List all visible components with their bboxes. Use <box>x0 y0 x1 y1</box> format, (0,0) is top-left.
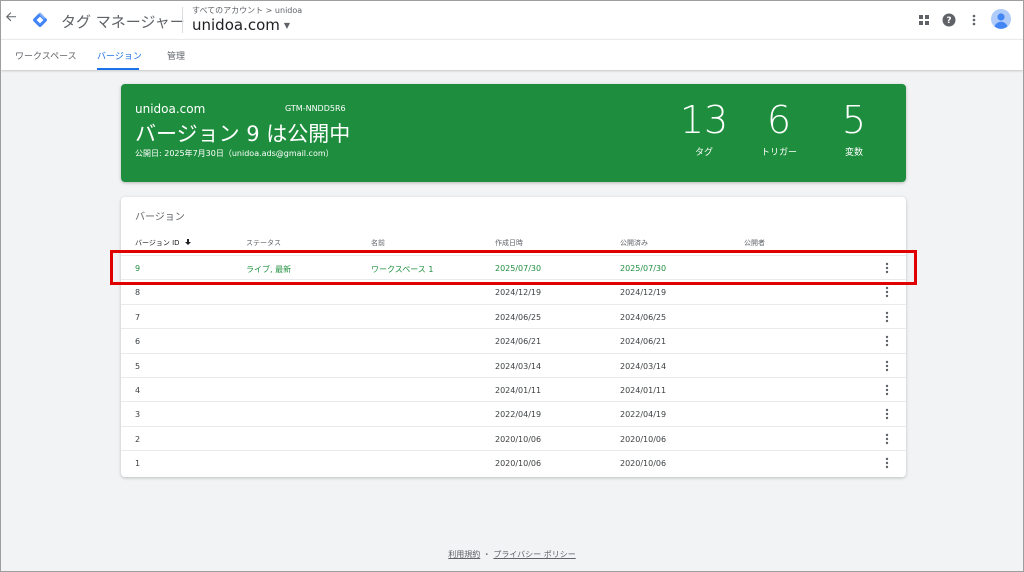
row-more-vert-icon[interactable] <box>883 335 891 347</box>
cell-created: 2024/03/14 <box>495 361 542 371</box>
cell-published: 2020/10/06 <box>620 459 667 469</box>
cell-published: 2022/04/19 <box>620 410 667 420</box>
cell-version-id: 4 <box>135 385 141 395</box>
tab-bar: ワークスペース バージョン 管理 <box>1 39 1023 70</box>
live-version-title: バージョン 9 は公開中 <box>135 122 351 146</box>
product-name: タグ マネージャー <box>61 13 185 31</box>
row-more-vert-icon[interactable] <box>883 384 891 396</box>
cell-name: ワークスペース 1 <box>371 265 434 274</box>
breadcrumb-separator: > <box>265 6 273 15</box>
container-name: unidoa.com <box>192 16 280 34</box>
table-row[interactable]: 7 2024/06/25 2024/06/25 <box>121 303 906 328</box>
footer: 利用規約 ・ プライバシー ポリシー <box>1 549 1023 560</box>
column-header-published[interactable]: 公開済み <box>620 238 648 248</box>
table-row[interactable]: 8 2024/12/19 2024/12/19 <box>121 279 906 303</box>
svg-text:?: ? <box>946 16 951 26</box>
versions-table-body: 9 ライブ, 最新 ワークスペース 1 2025/07/30 2025/07/3… <box>121 255 906 475</box>
row-more-vert-icon[interactable] <box>883 311 891 323</box>
cell-published: 2024/06/21 <box>620 337 667 347</box>
stat-triggers-label: トリガー <box>760 148 797 158</box>
cell-published: 2024/03/14 <box>620 361 667 371</box>
cell-published: 2024/01/11 <box>620 385 667 395</box>
container-id: GTM-NNDD5R6 <box>285 104 346 113</box>
active-tab-indicator <box>97 68 139 70</box>
stat-tags-label: タグ <box>694 148 713 158</box>
row-more-vert-icon[interactable] <box>883 408 891 420</box>
breadcrumb[interactable]: すべてのアカウント > unidoa <box>192 5 302 16</box>
cell-version-id: 8 <box>135 288 141 298</box>
cell-created: 2024/06/21 <box>495 337 542 347</box>
cell-published: 2025/07/30 <box>620 264 667 273</box>
table-row[interactable]: 6 2024/06/21 2024/06/21 <box>121 328 906 352</box>
cell-version-id: 7 <box>135 312 141 322</box>
container-selector[interactable]: unidoa.com ▼ <box>192 16 290 34</box>
dropdown-caret-icon: ▼ <box>283 21 291 30</box>
column-header-version-id[interactable]: バージョン ID <box>135 238 192 248</box>
table-row[interactable]: 3 2022/04/19 2022/04/19 <box>121 401 906 425</box>
more-vert-icon[interactable] <box>967 12 981 26</box>
top-app-bar: タグ マネージャー すべてのアカウント > unidoa unidoa.com ▼… <box>1 1 1023 39</box>
table-row[interactable]: 9 ライブ, 最新 ワークスペース 1 2025/07/30 2025/07/3… <box>121 255 906 279</box>
breadcrumb-all-accounts[interactable]: すべてのアカウント <box>192 6 263 15</box>
versions-table-title: バージョン <box>135 212 185 223</box>
stat-tags[interactable]: 13 タグ <box>674 100 734 158</box>
tab-admin[interactable]: 管理 <box>167 49 185 62</box>
app-window: タグ マネージャー すべてのアカウント > unidoa unidoa.com ▼… <box>0 0 1024 572</box>
header-divider <box>182 7 183 33</box>
row-more-vert-icon[interactable] <box>883 262 891 274</box>
cell-status: ライブ, 最新 <box>246 265 292 274</box>
row-more-vert-icon[interactable] <box>883 286 891 298</box>
column-header-publisher[interactable]: 公開者 <box>744 238 765 248</box>
stat-variables-value: 5 <box>841 98 867 142</box>
tab-workspace[interactable]: ワークスペース <box>15 49 77 62</box>
stat-triggers[interactable]: 6 トリガー <box>749 100 809 158</box>
privacy-link[interactable]: プライバシー ポリシー <box>493 550 575 559</box>
tab-versions[interactable]: バージョン <box>97 49 142 62</box>
column-header-status[interactable]: ステータス <box>246 238 281 248</box>
cell-created: 2024/06/25 <box>495 312 542 322</box>
cell-version-id: 1 <box>135 459 141 469</box>
stat-variables[interactable]: 5 変数 <box>824 100 884 158</box>
cell-created: 2020/10/06 <box>495 459 542 469</box>
cell-created: 2020/10/06 <box>495 434 542 444</box>
cell-created: 2024/01/11 <box>495 385 542 395</box>
cell-published: 2024/06/25 <box>620 312 667 322</box>
table-row[interactable]: 1 2020/10/06 2020/10/06 <box>121 450 906 474</box>
cell-version-id: 2 <box>135 434 141 444</box>
cell-version-id: 5 <box>135 361 141 371</box>
footer-separator: ・ <box>482 550 491 559</box>
column-header-name[interactable]: 名前 <box>371 238 385 248</box>
cell-published: 2020/10/06 <box>620 434 667 444</box>
column-header-created[interactable]: 作成日時 <box>495 238 523 248</box>
live-container-name: unidoa.com <box>135 102 206 116</box>
cell-version-id: 6 <box>135 337 141 347</box>
row-more-vert-icon[interactable] <box>883 457 891 469</box>
tag-manager-logo-icon <box>31 11 49 29</box>
published-info: 公開日: 2025年7月30日（unidoa.ads@gmail.com） <box>135 149 334 158</box>
help-icon[interactable]: ? <box>942 12 956 27</box>
terms-link[interactable]: 利用規約 <box>448 550 480 559</box>
row-more-vert-icon[interactable] <box>883 433 891 445</box>
arrow-down-icon <box>184 239 191 245</box>
stat-variables-label: 変数 <box>844 148 863 158</box>
stat-tags-value: 13 <box>679 98 729 142</box>
column-header-version-id-label: バージョン ID <box>135 239 180 247</box>
stat-triggers-value: 6 <box>766 98 792 142</box>
apps-grid-icon[interactable] <box>917 12 931 26</box>
versions-table-card: バージョン バージョン ID ステータス 名前 作成日時 公開済み 公開者 9 … <box>121 197 906 477</box>
breadcrumb-account[interactable]: unidoa <box>275 6 302 15</box>
cell-version-id: 9 <box>135 264 141 273</box>
cell-version-id: 3 <box>135 410 141 420</box>
table-row[interactable]: 5 2024/03/14 2024/03/14 <box>121 352 906 377</box>
cell-created: 2025/07/30 <box>495 264 542 273</box>
back-arrow-icon[interactable] <box>5 11 19 27</box>
cell-created: 2024/12/19 <box>495 288 542 298</box>
cell-published: 2024/12/19 <box>620 288 667 298</box>
table-row[interactable]: 4 2024/01/11 2024/01/11 <box>121 376 906 401</box>
user-avatar-icon[interactable] <box>991 9 1011 29</box>
live-version-card: unidoa.com GTM-NNDD5R6 バージョン 9 は公開中 公開日:… <box>121 84 906 182</box>
table-row[interactable]: 2 2020/10/06 2020/10/06 <box>121 425 906 450</box>
cell-created: 2022/04/19 <box>495 410 542 420</box>
row-more-vert-icon[interactable] <box>883 360 891 372</box>
